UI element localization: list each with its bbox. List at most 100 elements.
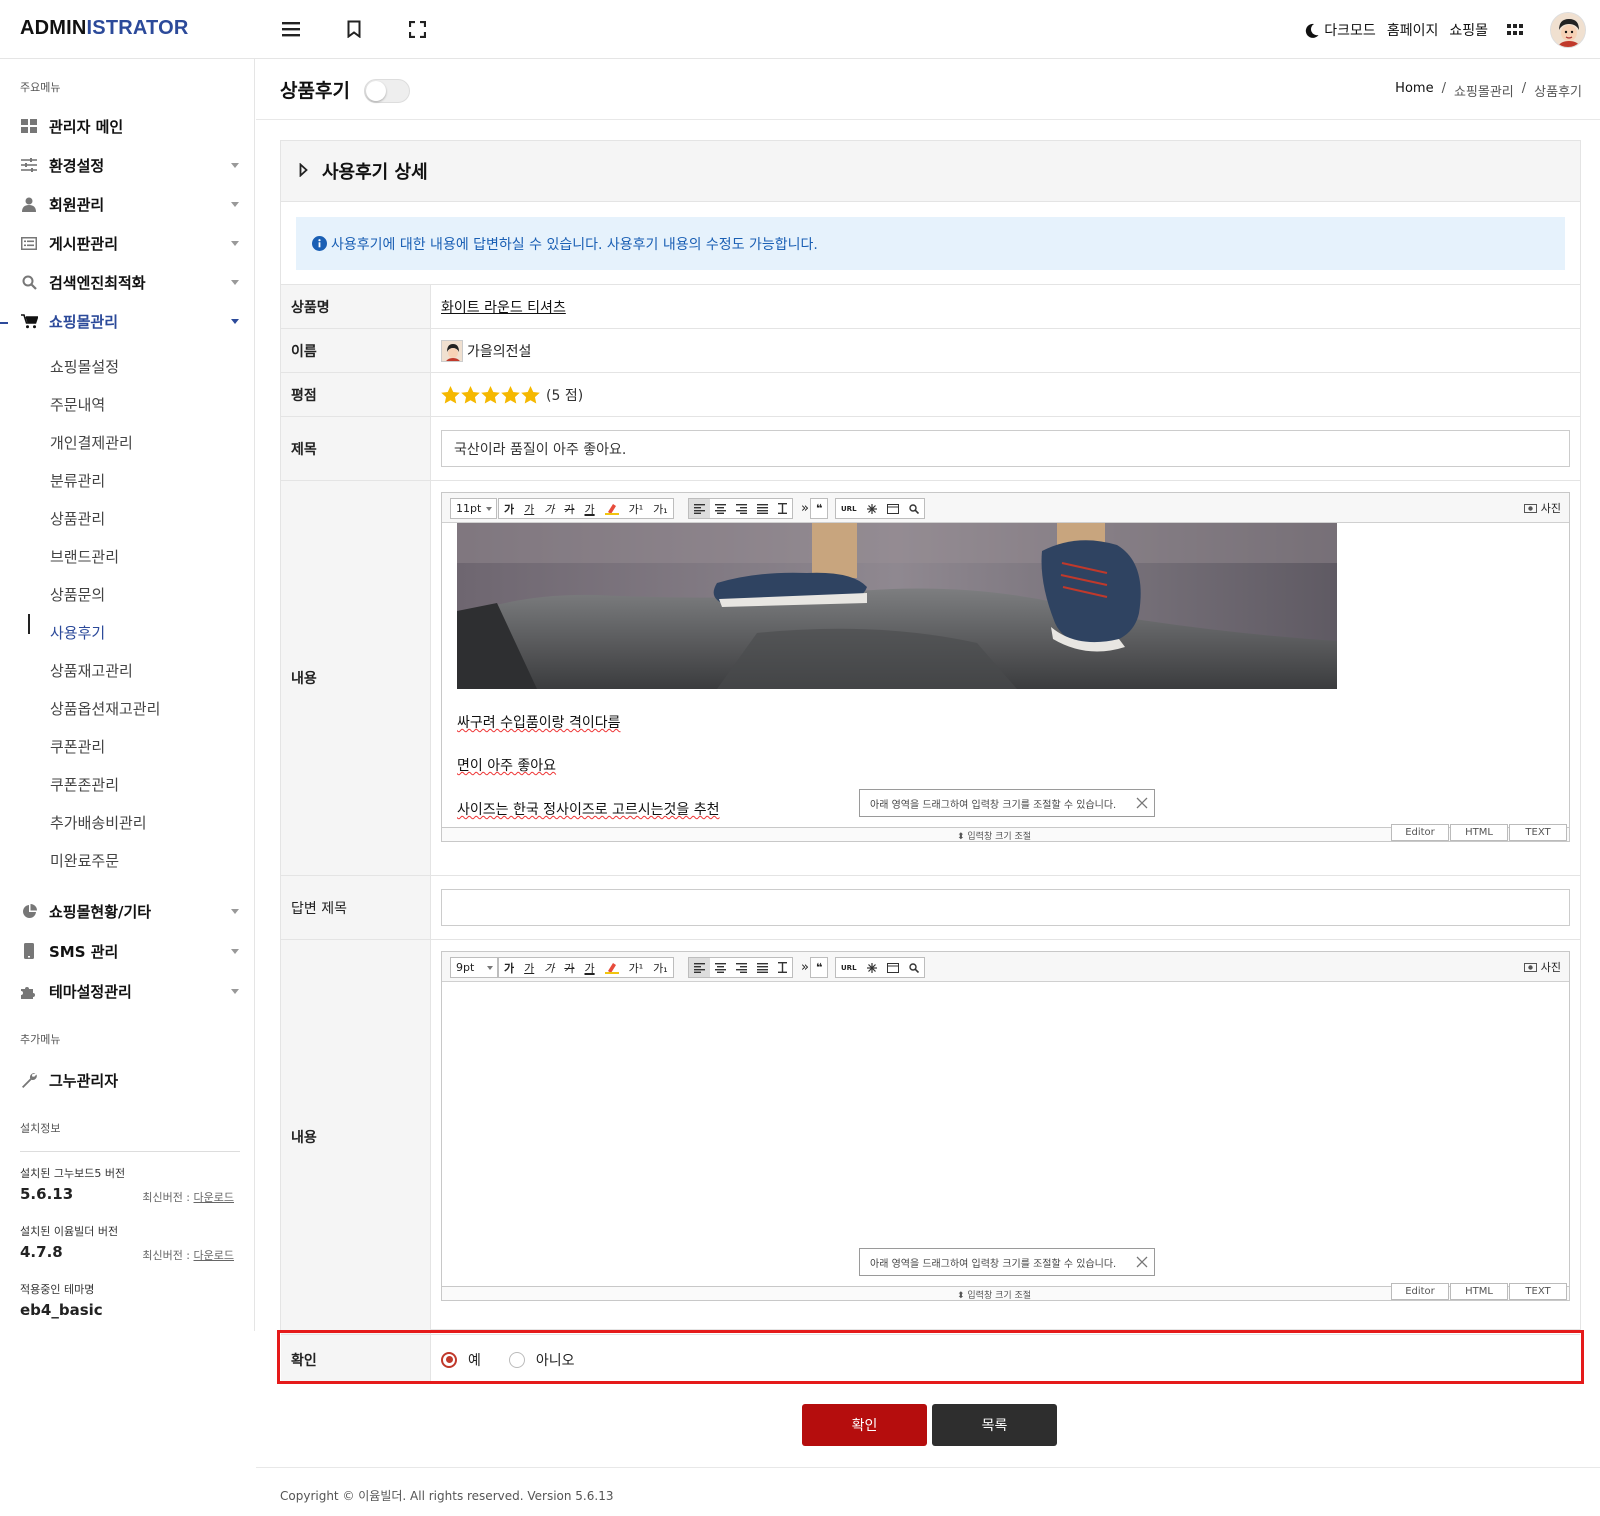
- highlight-color-icon[interactable]: [600, 499, 624, 518]
- sidebar-item-admin-main[interactable]: 관리자 메인: [20, 113, 240, 139]
- html-mode-tab[interactable]: HTML: [1450, 1283, 1508, 1300]
- subject-input[interactable]: [441, 430, 1570, 467]
- sidebar-item-sms[interactable]: SMS 관리: [20, 938, 240, 964]
- special-char-icon[interactable]: [862, 958, 882, 977]
- superscript-button[interactable]: 가¹: [624, 499, 649, 518]
- subscript-button[interactable]: 가₁: [648, 499, 673, 518]
- editor-mode-tab[interactable]: Editor: [1391, 824, 1449, 841]
- sidebar-item-theme[interactable]: 테마설정관리: [20, 978, 240, 1004]
- table-icon[interactable]: [882, 958, 904, 977]
- sidebar-sub-item[interactable]: 주문내역: [50, 394, 105, 415]
- align-center-icon[interactable]: [710, 958, 731, 977]
- reply-editor-content-area[interactable]: 아래 영역을 드래그하여 입력창 크기를 조절할 수 있습니다.: [442, 982, 1569, 1288]
- resize-handle[interactable]: ⬍ 입력창 크기 조절: [957, 1288, 1031, 1301]
- font-size-select[interactable]: 9pt: [450, 957, 499, 978]
- bold-button[interactable]: 가: [499, 958, 519, 977]
- product-link[interactable]: 화이트 라운드 티셔츠: [441, 297, 566, 317]
- table-icon[interactable]: [882, 499, 904, 518]
- font-color-button[interactable]: 가: [580, 499, 600, 518]
- underline-button[interactable]: 가: [519, 958, 539, 977]
- resize-handle[interactable]: ⬍ 입력창 크기 조절: [957, 829, 1031, 842]
- sidebar-sub-item[interactable]: 개인결제관리: [50, 432, 133, 453]
- font-size-value: 9pt: [456, 961, 475, 974]
- text-mode-tab[interactable]: TEXT: [1509, 1283, 1567, 1300]
- sidebar-sub-item[interactable]: 미완료주문: [50, 850, 119, 871]
- sidebar-sub-item[interactable]: 추가배송비관리: [50, 812, 147, 833]
- sidebar-divider: [20, 1151, 240, 1152]
- sidebar-item-shop-status[interactable]: 쇼핑몰현황/기타: [20, 898, 240, 924]
- italic-button[interactable]: 가: [539, 499, 559, 518]
- close-icon[interactable]: [1136, 797, 1148, 809]
- sidebar-sub-item-reviews[interactable]: 사용후기: [50, 622, 105, 643]
- menu-icon[interactable]: [280, 18, 302, 40]
- sidebar-sub-item[interactable]: 분류관리: [50, 470, 105, 491]
- superscript-button[interactable]: 가¹: [624, 958, 649, 977]
- format-button-group: 가 가 가 가 가 가¹ 가₁: [498, 957, 674, 978]
- quote-button[interactable]: ❝: [811, 499, 827, 518]
- align-right-icon[interactable]: [731, 958, 752, 977]
- find-icon[interactable]: [904, 958, 924, 977]
- align-justify-icon[interactable]: [752, 958, 773, 977]
- align-right-icon[interactable]: [731, 499, 752, 518]
- shop-link[interactable]: 쇼핑몰: [1449, 20, 1488, 40]
- find-icon[interactable]: [904, 499, 924, 518]
- align-left-icon[interactable]: [689, 499, 710, 518]
- brand-logo[interactable]: ADMINISTRATOR: [20, 17, 189, 40]
- strikethrough-button[interactable]: 가: [559, 499, 579, 518]
- strikethrough-button[interactable]: 가: [559, 958, 579, 977]
- font-color-button[interactable]: 가: [580, 958, 600, 977]
- sidebar-sub-item[interactable]: 상품옵션재고관리: [50, 698, 160, 719]
- align-center-icon[interactable]: [710, 499, 731, 518]
- italic-button[interactable]: 가: [539, 958, 559, 977]
- sidebar-item-seo[interactable]: 검색엔진최적화: [20, 269, 240, 295]
- editor-content-area[interactable]: 싸구려 수입품이랑 격이다름 면이 아주 좋아요 사이즈는 한국 정사이즈로 고…: [442, 523, 1569, 829]
- photo-upload-button[interactable]: 사진: [1523, 959, 1561, 975]
- sidebar-sub-item[interactable]: 브랜드관리: [50, 546, 119, 567]
- apps-grid-icon[interactable]: [1507, 24, 1523, 36]
- sidebar-sub-item[interactable]: 쿠폰관리: [50, 736, 105, 757]
- sidebar-sub-item[interactable]: 쿠폰존관리: [50, 774, 119, 795]
- align-justify-icon[interactable]: [752, 499, 773, 518]
- html-mode-tab[interactable]: HTML: [1450, 824, 1508, 841]
- fullscreen-icon[interactable]: [406, 18, 428, 40]
- sidebar-item-shop-management[interactable]: 쇼핑몰관리: [20, 308, 240, 334]
- align-left-icon[interactable]: [689, 958, 710, 977]
- close-icon[interactable]: [1136, 1256, 1148, 1268]
- sidebar-sub-item[interactable]: 상품문의: [50, 584, 105, 605]
- text-mode-tab[interactable]: TEXT: [1509, 824, 1567, 841]
- url-button[interactable]: URL: [836, 499, 862, 518]
- rating-label: 평점: [281, 373, 431, 416]
- sidebar-sub-item[interactable]: 쇼핑몰설정: [50, 356, 119, 377]
- sidebar-item-gnu-admin[interactable]: 그누관리자: [20, 1067, 240, 1093]
- sidebar-item-boards[interactable]: 게시판관리: [20, 230, 240, 256]
- reply-subject-input[interactable]: [441, 889, 1570, 926]
- eyoom-download-link[interactable]: 다운로드: [194, 1249, 234, 1262]
- breadcrumb-separator: /: [1441, 81, 1446, 96]
- page-toggle-switch[interactable]: [364, 79, 410, 103]
- subscript-button[interactable]: 가₁: [648, 958, 673, 977]
- homepage-link[interactable]: 홈페이지: [1387, 20, 1439, 40]
- breadcrumb-home[interactable]: Home: [1395, 81, 1433, 100]
- bold-button[interactable]: 가: [499, 499, 519, 518]
- user-avatar[interactable]: [1550, 12, 1586, 48]
- breadcrumb-shop-management[interactable]: 쇼핑몰관리: [1454, 81, 1514, 100]
- line-height-icon[interactable]: [773, 499, 792, 518]
- underline-button[interactable]: 가: [519, 499, 539, 518]
- editor-mode-tab[interactable]: Editor: [1391, 1283, 1449, 1300]
- list-button[interactable]: 목록: [932, 1404, 1057, 1446]
- gnuboard-download-link[interactable]: 다운로드: [194, 1191, 234, 1204]
- font-size-select[interactable]: 11pt: [450, 498, 498, 519]
- submit-button[interactable]: 확인: [802, 1404, 927, 1446]
- photo-upload-button[interactable]: 사진: [1523, 500, 1561, 516]
- url-button[interactable]: URL: [836, 958, 862, 977]
- highlight-color-icon[interactable]: [600, 958, 624, 977]
- line-height-icon[interactable]: [773, 958, 792, 977]
- sidebar-item-members[interactable]: 회원관리: [20, 191, 240, 217]
- sidebar-item-settings[interactable]: 환경설정: [20, 152, 240, 178]
- sidebar-sub-item[interactable]: 상품재고관리: [50, 660, 133, 681]
- sidebar-sub-item[interactable]: 상품관리: [50, 508, 105, 529]
- quote-button[interactable]: ❝: [811, 958, 827, 977]
- special-char-icon[interactable]: [862, 499, 882, 518]
- darkmode-toggle[interactable]: 다크모드: [1305, 20, 1376, 40]
- bookmark-icon[interactable]: [343, 18, 365, 40]
